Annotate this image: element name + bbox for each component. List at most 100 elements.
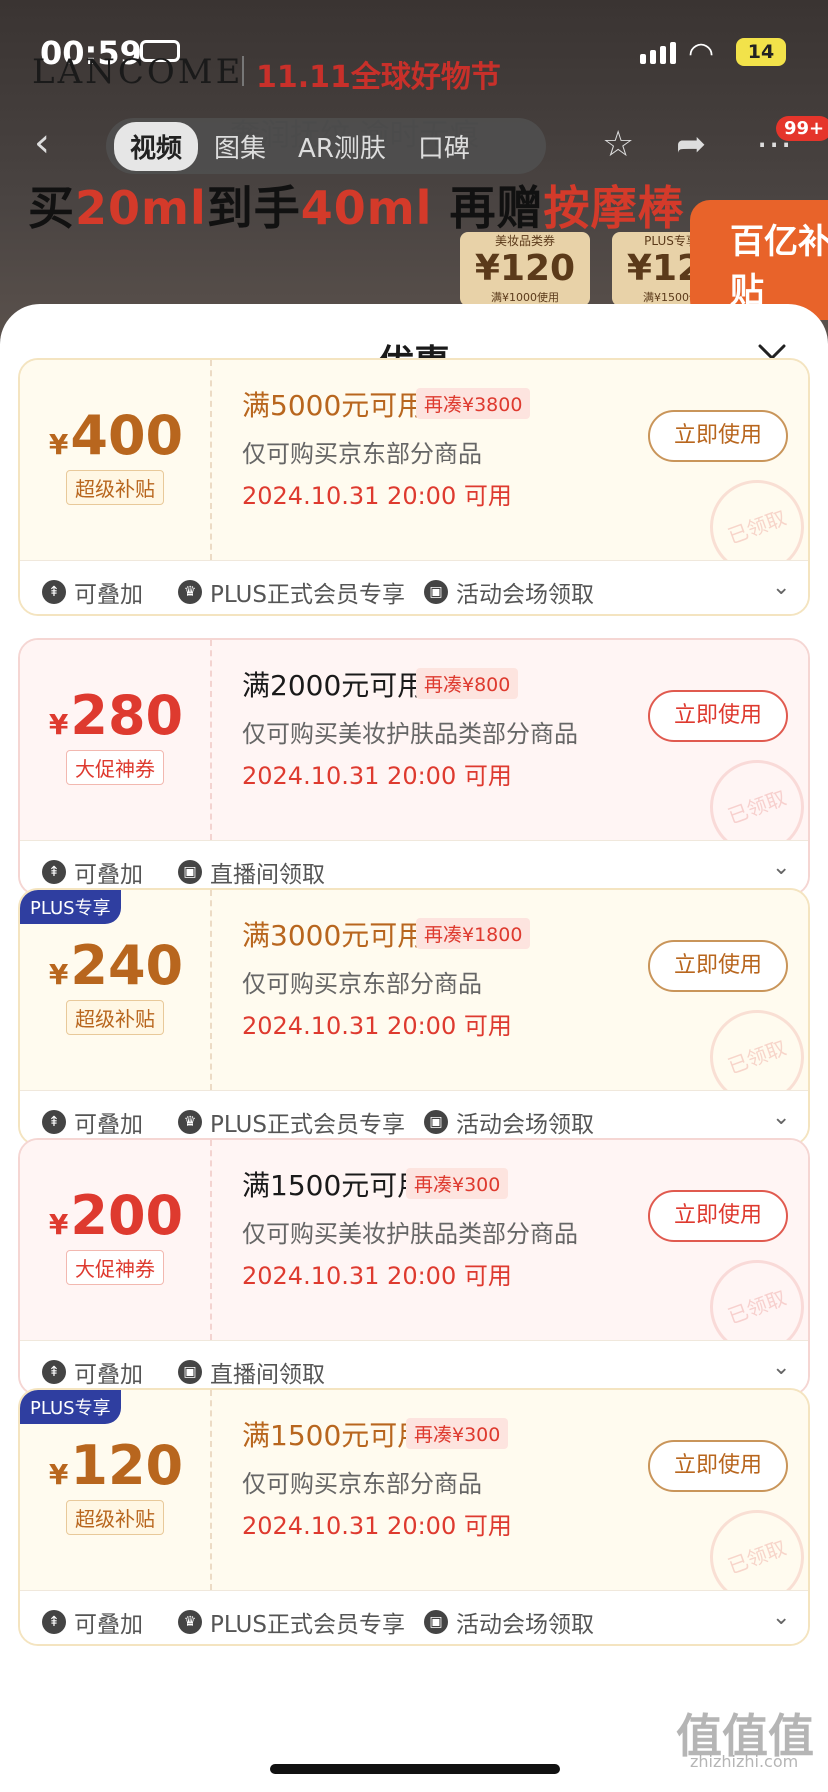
coupon-scope: 仅可购买京东部分商品: [242, 440, 482, 468]
coupon-feature: ▣ 直播间领取: [178, 1355, 325, 1389]
ticket-icon: ▣: [178, 860, 202, 884]
product-page-background: 00:59 ◠ 14 LANCOME 11.11全球好物节 ‹ 奢润抚纹 逾时无…: [0, 0, 828, 340]
coupon-feature: ▣ 直播间领取: [178, 855, 325, 889]
crown-icon: ♛: [178, 1610, 202, 1634]
coupon-condition: 满1500元可用: [242, 1419, 426, 1452]
coupon-scope: 仅可购买美妆护肤品类部分商品: [242, 1220, 578, 1248]
coupon-card: ¥200 大促神券 满1500元可用 再凑¥300 仅可购买美妆护肤品类部分商品 2024…: [18, 1138, 810, 1396]
coupon-card: ¥280 大促神券 满2000元可用 再凑¥800 仅可购买美妆护肤品类部分商品 2024…: [18, 638, 810, 896]
stackable-icon: ⇞: [42, 1360, 66, 1384]
coupon-scope: 仅可购买京东部分商品: [242, 970, 482, 998]
coupon-type-tag: 大促神券: [66, 750, 164, 785]
coupon-valid-date: 2024.10.31 20:00 可用: [242, 1512, 512, 1540]
coupon-shortfall: 再凑¥1800: [416, 918, 531, 949]
home-indicator: [270, 1764, 560, 1774]
coupon-valid-date: 2024.10.31 20:00 可用: [242, 482, 512, 510]
subsidy-badge: 百亿补贴: [690, 200, 828, 320]
use-now-button[interactable]: 立即使用: [648, 1440, 788, 1492]
brand-divider: [242, 56, 244, 86]
use-now-button[interactable]: 立即使用: [648, 1190, 788, 1242]
coupon-valid-date: 2024.10.31 20:00 可用: [242, 762, 512, 790]
coupon-card: ¥120 超级补贴 满1500元可用 再凑¥300 仅可购买京东部分商品 2024.10.…: [18, 1388, 810, 1646]
coupon-shortfall: 再凑¥800: [416, 668, 519, 699]
coupon-feature: ▣ 活动会场领取: [424, 1605, 594, 1639]
cellular-signal-icon: [640, 42, 676, 64]
promo-headline: 买20ml到手40ml 再赠按摩棒: [28, 181, 685, 235]
coupon-type-tag: 超级补贴: [66, 1000, 164, 1035]
ticket-icon: ▣: [424, 580, 448, 604]
coupon-amount-area: ¥200 大促神券: [20, 1140, 212, 1340]
wifi-icon: ◠: [688, 36, 715, 71]
event-logo: 11.11全球好物节: [256, 60, 501, 95]
use-now-button[interactable]: 立即使用: [648, 940, 788, 992]
coupon-valid-date: 2024.10.31 20:00 可用: [242, 1012, 512, 1040]
stackable-icon: ⇞: [42, 860, 66, 884]
coupon-body: ¥200 大促神券 满1500元可用 再凑¥300 仅可购买美妆护肤品类部分商品 2024…: [20, 1140, 808, 1368]
coupon-card: ¥240 超级补贴 满3000元可用 再凑¥1800 仅可购买京东部分商品 2024.10…: [18, 888, 810, 1146]
message-count-badge: 99+: [776, 116, 828, 141]
coupon-shortfall: 再凑¥300: [406, 1168, 509, 1199]
brand-logo: LANCOME: [32, 52, 244, 92]
coupon-features: ⇞ 可叠加 ♛ PLUS正式会员专享 ▣ 活动会场领取 ⌄: [20, 560, 808, 614]
back-icon[interactable]: ‹: [34, 120, 50, 166]
coupon-body: ¥280 大促神券 满2000元可用 再凑¥800 仅可购买美妆护肤品类部分商品 2024…: [20, 640, 808, 868]
coupon-amount: ¥400: [48, 404, 184, 467]
coupon-body: ¥400 超级补贴 满5000元可用 再凑¥3800 仅可购买京东部分商品 2024.10…: [20, 360, 808, 588]
use-now-button[interactable]: 立即使用: [648, 410, 788, 462]
coupon-amount-area: ¥400 超级补贴: [20, 360, 212, 560]
chevron-down-icon[interactable]: ⌄: [772, 1355, 790, 1380]
coupon-condition: 满3000元可用: [242, 919, 426, 952]
coupon-feature: ⇞ 可叠加: [42, 575, 143, 609]
tab-reviews[interactable]: 口碑: [402, 122, 486, 171]
coupon-feature: ▣ 活动会场领取: [424, 575, 594, 609]
coupon-valid-date: 2024.10.31 20:00 可用: [242, 1262, 512, 1290]
coupon-amount: ¥120: [48, 1434, 184, 1497]
coupon-card: ¥400 超级补贴 满5000元可用 再凑¥3800 仅可购买京东部分商品 2024.10…: [18, 358, 810, 616]
coupon-scope: 仅可购买京东部分商品: [242, 1470, 482, 1498]
favorite-icon[interactable]: ☆: [602, 124, 634, 165]
ticket-icon: ▣: [424, 1110, 448, 1134]
coupon-feature: ♛ PLUS正式会员专享: [178, 1105, 405, 1139]
chevron-down-icon[interactable]: ⌄: [772, 1105, 790, 1130]
coupon-feature: ⇞ 可叠加: [42, 1355, 143, 1389]
coupon-body: ¥120 超级补贴 满1500元可用 再凑¥300 仅可购买京东部分商品 2024.10.…: [20, 1390, 808, 1618]
ticket-icon: ▣: [424, 1610, 448, 1634]
plus-exclusive-tag: PLUS专享: [20, 1390, 121, 1424]
coupon-condition: 满2000元可用: [242, 669, 426, 702]
coupon-amount: ¥280: [48, 684, 184, 747]
tab-video[interactable]: 视频: [114, 121, 199, 171]
coupon-amount: ¥200: [48, 1184, 184, 1247]
coupon-condition: 满1500元可用: [242, 1169, 426, 1202]
chevron-down-icon[interactable]: ⌄: [772, 855, 790, 880]
stackable-icon: ⇞: [42, 1110, 66, 1134]
coupon-scope: 仅可购买美妆护肤品类部分商品: [242, 720, 578, 748]
coupon-amount: ¥240: [48, 934, 184, 997]
crown-icon: ♛: [178, 580, 202, 604]
tab-ar-skin[interactable]: AR测肤: [282, 122, 402, 171]
coupon-feature: ▣ 活动会场领取: [424, 1105, 594, 1139]
coupon-type-tag: 超级补贴: [66, 1500, 164, 1535]
coupon-condition: 满5000元可用: [242, 389, 426, 422]
tab-gallery[interactable]: 图集: [198, 122, 282, 171]
chevron-down-icon[interactable]: ⌄: [772, 575, 790, 600]
coupon-type-tag: 大促神券: [66, 1250, 164, 1285]
plus-exclusive-tag: PLUS专享: [20, 890, 121, 924]
use-now-button[interactable]: 立即使用: [648, 690, 788, 742]
coupon-feature: ♛ PLUS正式会员专享: [178, 1605, 405, 1639]
coupon-feature: ⇞ 可叠加: [42, 855, 143, 889]
coupon-amount-area: ¥280 大促神券: [20, 640, 212, 840]
ticket-icon: ▣: [178, 1360, 202, 1384]
stackable-icon: ⇞: [42, 580, 66, 604]
crown-icon: ♛: [178, 1110, 202, 1134]
share-icon[interactable]: ➦: [676, 124, 706, 165]
coupon-feature: ⇞ 可叠加: [42, 1605, 143, 1639]
watermark-sub: zhizhizhi.com: [690, 1752, 799, 1771]
coupon-body: ¥240 超级补贴 满3000元可用 再凑¥1800 仅可购买京东部分商品 2024.10…: [20, 890, 808, 1118]
coupon-features: ⇞ 可叠加 ♛ PLUS正式会员专享 ▣ 活动会场领取 ⌄: [20, 1590, 808, 1644]
coupon-feature: ♛ PLUS正式会员专享: [178, 575, 405, 609]
coupon-feature: ⇞ 可叠加: [42, 1105, 143, 1139]
chevron-down-icon[interactable]: ⌄: [772, 1605, 790, 1630]
coupon-shortfall: 再凑¥300: [406, 1418, 509, 1449]
media-tabs: 视频 图集 AR测肤 口碑: [106, 118, 546, 174]
coupon-type-tag: 超级补贴: [66, 470, 164, 505]
